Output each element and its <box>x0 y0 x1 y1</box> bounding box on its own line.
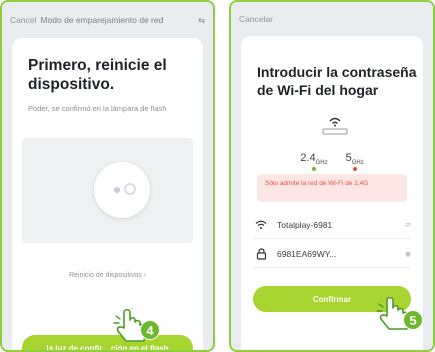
device-icon <box>94 162 150 218</box>
router-icon <box>322 117 348 135</box>
top-bar: Cancel Modo de emparejamiento de red ⇆ <box>2 2 213 38</box>
wifi-switch-icon[interactable]: ⇆ <box>198 16 205 25</box>
content-card: Primero, reinicie el dispositivo. Poder,… <box>12 38 203 350</box>
band-2g: 2.4GHz <box>300 152 328 171</box>
page-title: Primero, reinicie el dispositivo. <box>28 57 167 93</box>
cancel-button[interactable]: Cancel <box>10 15 36 25</box>
ssid-value: Totalplay-6981 <box>277 220 333 230</box>
left-phone-screen: Cancel Modo de emparejamiento de red ⇆ P… <box>0 0 215 352</box>
password-value: 6981EA69WY... <box>277 249 337 259</box>
eye-icon[interactable]: ◉ <box>405 250 411 258</box>
wifi-icon <box>253 220 269 230</box>
right-phone-screen: Cancelar Introducir la contraseña de Wi-… <box>229 0 435 352</box>
step-badge: 4 <box>140 320 160 340</box>
top-bar: Cancelar <box>231 2 433 36</box>
page-title: Introducir la contraseña de Wi-Fi del ho… <box>257 64 417 98</box>
step-badge: 5 <box>403 310 423 330</box>
reset-device-link[interactable]: Reinicio de dispositivos › <box>12 272 203 279</box>
switch-network-icon[interactable]: ⇄ <box>405 221 411 229</box>
password-field[interactable]: 6981EA69WY... ◉ <box>253 241 411 267</box>
band-warning: Sólo admite la red de Wi-Fi de 2,4G <box>257 174 407 202</box>
divider <box>253 238 411 239</box>
screen-title: Modo de emparejamiento de red <box>40 15 164 25</box>
instruction-text: Poder, se confirmó en la lámpara de flas… <box>28 104 167 113</box>
device-illustration <box>22 138 193 243</box>
lock-icon <box>253 248 269 260</box>
band-indicator: 2.4GHz 5GHz <box>241 152 423 171</box>
cancel-button[interactable]: Cancelar <box>239 14 273 24</box>
divider <box>253 267 411 268</box>
band-5g: 5GHz <box>346 152 364 171</box>
confirm-flash-button[interactable]: la luz de confir... ción en el flash <box>22 335 193 350</box>
wifi-ssid-field[interactable]: Totalplay-6981 ⇄ <box>253 212 411 238</box>
